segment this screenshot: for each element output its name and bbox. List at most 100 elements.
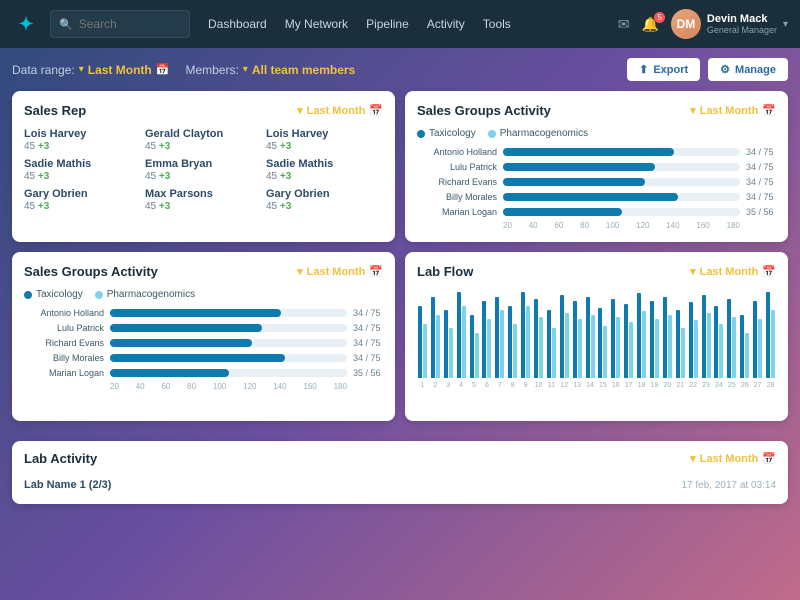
members-chevron-icon: ▾ (243, 64, 248, 75)
axis-label: 140 (273, 382, 286, 391)
axis-label: 40 (136, 382, 145, 391)
lf-bar-wrap (560, 295, 569, 378)
lf-label: 18 (638, 382, 646, 389)
rep-name: Gary Obrien (266, 188, 383, 200)
sales-rep-grid: Lois Harvey 45 +3 Gerald Clayton 45 +3 L… (24, 128, 383, 212)
export-label: Export (653, 64, 688, 76)
sales-groups-top-period-value[interactable]: Last Month (700, 105, 759, 117)
lab-flow-column: 2 (430, 297, 441, 389)
sales-groups-top-title: Sales Groups Activity (417, 103, 551, 118)
bar-track (503, 178, 740, 186)
axis-label: 180 (727, 221, 740, 230)
lf-bar-light (668, 315, 672, 378)
lf-bar-wrap (534, 299, 543, 378)
lf-bar-dark (650, 301, 654, 378)
lf-bar-wrap (663, 297, 672, 378)
sgt-axis: 20406080100120140160180 (417, 221, 776, 230)
lf-bar-light (758, 319, 762, 378)
lf-bar-dark (573, 301, 577, 378)
lf-bar-dark (547, 310, 551, 378)
nav-link-dashboard[interactable]: Dashboard (208, 17, 267, 31)
period-chevron-icon: ▾ (297, 104, 303, 117)
bar-track (110, 354, 347, 362)
lab-flow-column: 10 (533, 299, 544, 389)
mail-icon[interactable]: ✉ (618, 16, 630, 33)
sales-rep-card: Sales Rep ▾ Last Month 📅 Lois Harvey 45 … (12, 91, 395, 242)
lf-bar-light (423, 324, 427, 378)
axis-label: 120 (243, 382, 256, 391)
bar-label: Billy Morales (417, 192, 497, 202)
sales-groups-bottom-header: Sales Groups Activity ▾ Last Month 📅 (24, 264, 383, 279)
members-label: Members: (185, 63, 238, 77)
bar-track (503, 193, 740, 201)
lab-flow-column: 6 (481, 301, 492, 389)
lf-bar-light (539, 317, 543, 378)
lf-bar-wrap (598, 308, 607, 378)
avatar: DM (671, 9, 701, 39)
lf-label: 9 (524, 382, 528, 389)
nav-link-activity[interactable]: Activity (427, 17, 465, 31)
manage-label: Manage (735, 64, 776, 76)
lab-activity-title: Lab Activity (24, 451, 97, 466)
nav-link-pipeline[interactable]: Pipeline (366, 17, 409, 31)
lab-flow-column: 27 (752, 301, 763, 389)
lf-bar-light (526, 306, 530, 378)
lf-bar-light (578, 319, 582, 378)
lab-flow-card: Lab Flow ▾ Last Month 📅 1 2 3 (405, 252, 788, 421)
date-range-value[interactable]: Last Month (88, 63, 152, 77)
lf-bar-light (745, 333, 749, 378)
lab-flow-column: 5 (469, 315, 480, 389)
lf-cal-icon[interactable]: 📅 (762, 265, 776, 278)
lf-bar-wrap (676, 310, 685, 378)
sgb-cal-icon[interactable]: 📅 (369, 265, 383, 278)
lf-bar-wrap (753, 301, 762, 378)
lf-bar-wrap (508, 306, 517, 378)
sales-groups-top-period: ▾ Last Month 📅 (690, 104, 776, 117)
sgt-cal-icon[interactable]: 📅 (762, 104, 776, 117)
sgt-chevron-icon: ▾ (690, 104, 696, 117)
rep-item: Sadie Mathis 45 +3 (24, 158, 141, 182)
lab-activity-period-value[interactable]: Last Month (700, 453, 759, 465)
bar-value: 34 / 75 (353, 353, 383, 363)
bar-track (503, 208, 740, 216)
sales-rep-header: Sales Rep ▾ Last Month 📅 (24, 103, 383, 118)
lab-flow-column: 4 (456, 292, 467, 389)
bar-value: 34 / 75 (353, 323, 383, 333)
sales-rep-period-value[interactable]: Last Month (307, 105, 366, 117)
lab-flow-chart: 1 2 3 4 5 6 7 (417, 289, 776, 409)
lf-label: 1 (420, 382, 424, 389)
lab-flow-period-value[interactable]: Last Month (700, 266, 759, 278)
axis-label: 20 (110, 382, 119, 391)
sales-rep-cal-icon[interactable]: 📅 (369, 104, 383, 117)
search-input[interactable] (79, 17, 181, 31)
user-menu[interactable]: DM Devin Mack General Manager ▾ (671, 9, 788, 39)
lf-label: 10 (535, 382, 543, 389)
lf-bar-light (655, 319, 659, 378)
filter-left: Data range: ▾ Last Month 📅 Members: ▾ Al… (12, 63, 355, 77)
date-calendar-icon[interactable]: 📅 (156, 63, 170, 76)
lf-chevron-icon: ▾ (690, 265, 696, 278)
la-cal-icon[interactable]: 📅 (762, 452, 776, 465)
rep-name: Max Parsons (145, 188, 262, 200)
bar-fill-dark (110, 369, 229, 377)
lf-bar-wrap (470, 315, 479, 378)
nav-link-my-network[interactable]: My Network (285, 17, 348, 31)
manage-button[interactable]: ⚙ Manage (708, 58, 788, 81)
sales-groups-bottom-period-value[interactable]: Last Month (307, 266, 366, 278)
nav-links: Dashboard My Network Pipeline Activity Tools (208, 17, 608, 31)
user-info: Devin Mack General Manager (707, 13, 777, 35)
lf-bar-light (449, 328, 453, 378)
bar-value: 35 / 56 (353, 368, 383, 378)
search-box[interactable]: 🔍 (50, 10, 190, 38)
export-button[interactable]: ⬆ Export (627, 58, 700, 81)
members-value[interactable]: All team members (252, 63, 355, 77)
lf-bar-wrap (482, 301, 491, 378)
lf-label: 2 (433, 382, 437, 389)
bell-icon[interactable]: 🔔5 (641, 16, 658, 33)
axis-label: 140 (666, 221, 679, 230)
bar-row: Lulu Patrick 34 / 75 (417, 162, 776, 172)
sgb-chevron-icon: ▾ (297, 265, 303, 278)
nav-link-tools[interactable]: Tools (483, 17, 511, 31)
rep-name: Gary Obrien (24, 188, 141, 200)
legend-label: Taxicology (36, 289, 83, 300)
